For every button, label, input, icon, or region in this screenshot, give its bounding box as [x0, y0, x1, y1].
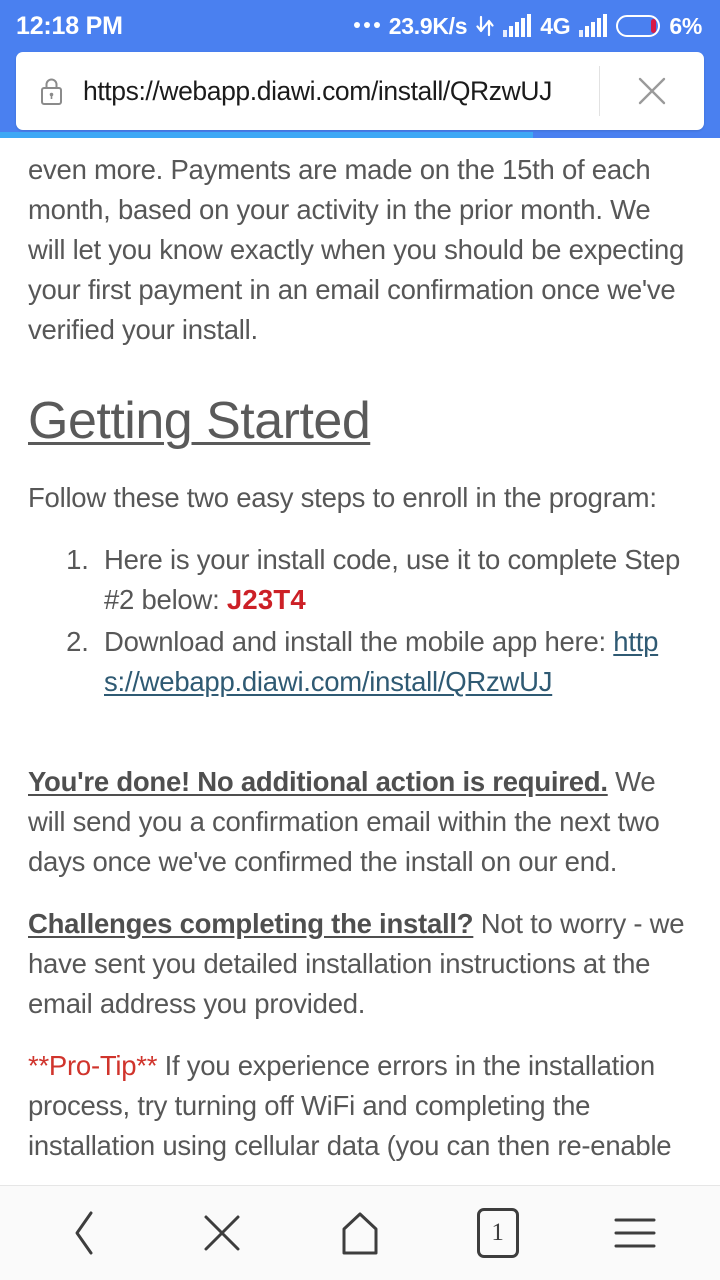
page-content: even more. Payments are made on the 15th… [28, 138, 692, 1166]
paragraph-done-notice: You're done! No additional action is req… [28, 762, 692, 882]
paragraph-pro-tip: **Pro-Tip** If you experience errors in … [28, 1046, 692, 1166]
network-speed-label: 23.9K/s [388, 12, 468, 39]
list-item: Here is your install code, use it to com… [96, 540, 692, 620]
install-code: J23T4 [226, 584, 306, 615]
step-1-text: Here is your install code, use it to com… [104, 544, 680, 615]
close-icon [638, 77, 666, 105]
url-input-area[interactable]: https://webapp.diawi.com/install/QRzwUJ [16, 52, 599, 130]
tab-count-box: 1 [476, 1208, 519, 1258]
status-bar: 12:18 PM 23.9K/s 4G 6% [0, 0, 720, 52]
webpage-viewport[interactable]: even more. Payments are made on the 15th… [0, 138, 720, 1185]
pro-tip-emphasis: **Pro-Tip** [28, 1050, 158, 1081]
tab-count-label: 1 [491, 1219, 504, 1246]
home-icon [342, 1212, 378, 1255]
browser-window: 12:18 PM 23.9K/s 4G 6% https://webapp.di… [0, 0, 720, 1280]
paragraph-challenges-notice: Challenges completing the install? Not t… [28, 904, 692, 1024]
signal-bars-icon [503, 14, 532, 37]
paragraph-lead: Follow these two easy steps to enroll in… [28, 482, 657, 513]
back-button[interactable] [37, 1197, 133, 1269]
back-chevron-icon [75, 1211, 93, 1255]
url-bar[interactable]: https://webapp.diawi.com/install/QRzwUJ [16, 52, 704, 130]
done-notice-emphasis: You're done! No additional action is req… [28, 766, 608, 797]
page-heading-getting-started: Getting Started [28, 392, 371, 450]
browser-bottom-nav: 1 [0, 1185, 720, 1280]
lock-icon [41, 78, 62, 105]
list-item: Download and install the mobile app here… [96, 622, 692, 702]
network-type-label: 4G [540, 12, 571, 39]
close-page-button[interactable] [174, 1197, 270, 1269]
paragraph-payments: even more. Payments are made on the 15th… [28, 154, 685, 345]
home-button[interactable] [312, 1197, 408, 1269]
battery-icon [616, 15, 661, 37]
signal-bars-icon [579, 14, 608, 37]
data-transfer-icon [476, 15, 494, 37]
close-icon [204, 1215, 240, 1251]
hamburger-menu-icon [614, 1218, 656, 1248]
browser-chrome: 12:18 PM 23.9K/s 4G 6% https://webapp.di… [0, 0, 720, 138]
challenges-notice-emphasis: Challenges completing the install? [28, 908, 474, 939]
url-text: https://webapp.diawi.com/install/QRzwUJ [83, 75, 552, 106]
stop-loading-button[interactable] [600, 52, 704, 130]
steps-list: Here is your install code, use it to com… [28, 540, 692, 702]
battery-percent-label: 6% [669, 12, 702, 39]
step-2-text: Download and install the mobile app here… [104, 626, 614, 657]
more-dots-icon [353, 21, 380, 31]
status-clock: 12:18 PM [16, 11, 123, 40]
menu-button[interactable] [587, 1197, 683, 1269]
status-indicators: 23.9K/s 4G 6% [353, 12, 702, 40]
tabs-button[interactable]: 1 [450, 1197, 546, 1269]
